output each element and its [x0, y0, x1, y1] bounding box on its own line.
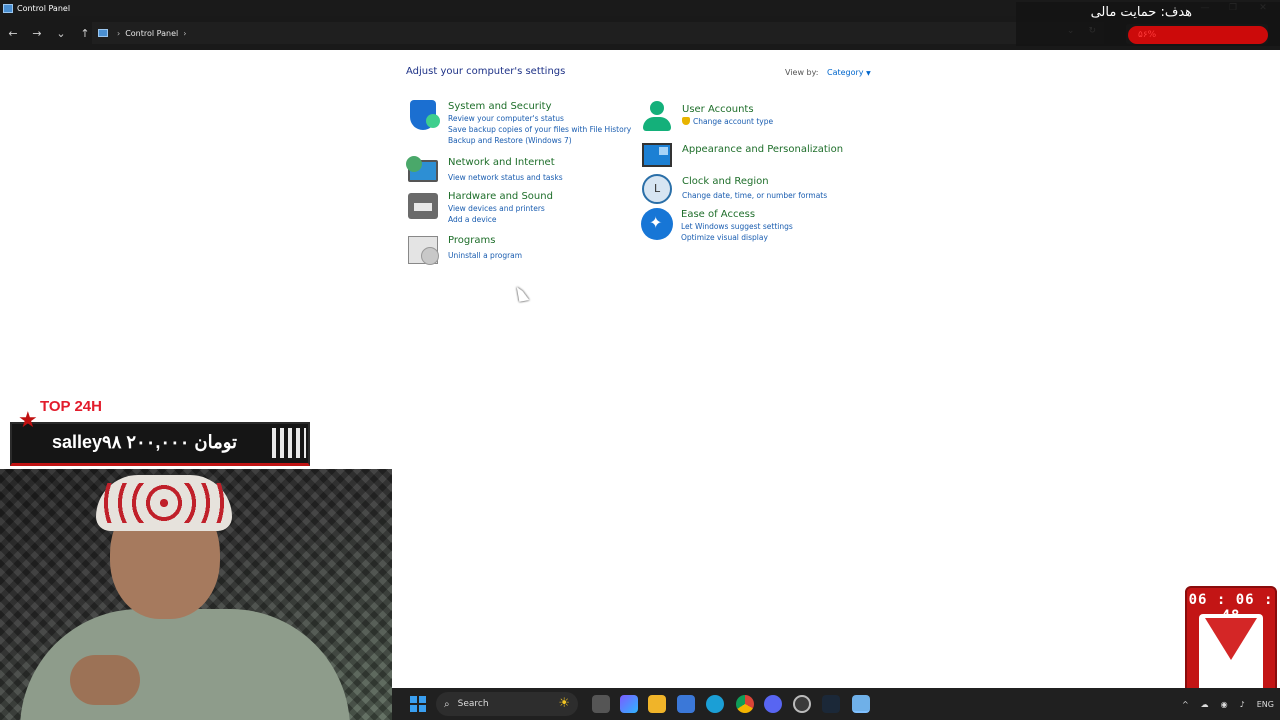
address-bar[interactable]: › Control Panel › ⌄ ↻: [92, 22, 1104, 44]
category-appearance: Appearance and Personalization: [642, 139, 843, 171]
network-icon[interactable]: [406, 156, 440, 188]
person-hand: [70, 655, 140, 705]
search-icon: ⌕: [444, 698, 450, 710]
page-heading: Adjust your computer's settings: [406, 66, 566, 77]
category-title[interactable]: Ease of Access: [681, 208, 793, 221]
copilot-icon[interactable]: [620, 695, 638, 713]
task-view-icon[interactable]: [592, 695, 610, 713]
task-link-label[interactable]: Change account type: [693, 117, 773, 126]
category-user-accounts: User Accounts Change account type: [642, 101, 773, 133]
donation-text: salley۹۸ ۲۰۰,۰۰۰ تومان: [52, 432, 238, 452]
system-tray: ^ ☁ ◉ ♪ ENG: [1182, 688, 1274, 720]
control-panel-icon: [3, 3, 13, 13]
task-link[interactable]: Add a device: [448, 214, 553, 225]
breadcrumb-separator[interactable]: ›: [117, 29, 120, 38]
task-link[interactable]: Change date, time, or number formats: [682, 190, 827, 201]
programs-icon[interactable]: [408, 234, 440, 266]
taskbar-search[interactable]: ⌕ Search ☀: [436, 692, 578, 716]
category-system-security: System and Security Review your computer…: [408, 100, 631, 146]
category-title[interactable]: Hardware and Sound: [448, 190, 553, 203]
user-icon[interactable]: [642, 101, 674, 133]
goal-progress-bar: ۵۶%: [1128, 26, 1268, 44]
task-link[interactable]: Save backup copies of your files with Fi…: [448, 124, 631, 135]
clock-icon[interactable]: [642, 174, 674, 206]
category-clock-region: Clock and Region Change date, time, or n…: [642, 174, 827, 206]
task-link[interactable]: Optimize visual display: [681, 232, 793, 243]
start-button[interactable]: [410, 696, 426, 712]
microphone-icon[interactable]: ♪: [1240, 700, 1245, 709]
view-by-label: View by:: [785, 68, 819, 77]
uac-shield-icon: [682, 117, 690, 125]
onedrive-icon[interactable]: ☁: [1201, 700, 1209, 709]
steam-icon[interactable]: [822, 695, 840, 713]
task-link[interactable]: Uninstall a program: [448, 250, 522, 261]
qr-code-icon: [272, 428, 306, 458]
task-link[interactable]: View network status and tasks: [448, 172, 563, 183]
accessibility-icon[interactable]: [641, 208, 673, 240]
view-by: View by: Category ▼: [785, 68, 871, 77]
chevron-down-icon[interactable]: ▼: [866, 70, 871, 77]
control-panel-icon: [98, 29, 108, 37]
discord-icon[interactable]: [764, 695, 782, 713]
category-title[interactable]: User Accounts: [682, 103, 773, 116]
donation-goal-overlay: هدف: حمایت مالی ۵۶%: [1016, 2, 1280, 46]
view-by-dropdown[interactable]: Category: [827, 68, 864, 77]
category-title[interactable]: Programs: [448, 234, 522, 247]
edge-icon[interactable]: [706, 695, 724, 713]
store-icon[interactable]: [677, 695, 695, 713]
breadcrumb-control-panel[interactable]: Control Panel: [125, 29, 178, 38]
category-network-internet: Network and Internet View network status…: [406, 156, 563, 188]
category-ease-of-access: Ease of Access Let Windows suggest setti…: [641, 208, 793, 243]
webcam-feed: [0, 469, 392, 720]
category-title[interactable]: Appearance and Personalization: [682, 143, 843, 156]
shield-icon[interactable]: [408, 100, 440, 132]
task-link[interactable]: View devices and printers: [448, 203, 553, 214]
task-link[interactable]: Backup and Restore (Windows 7): [448, 135, 631, 146]
window-title: Control Panel: [17, 3, 71, 13]
category-title[interactable]: System and Security: [448, 100, 631, 113]
bandana: [96, 475, 232, 531]
weather-icon: ☀: [558, 696, 570, 711]
control-panel-taskbar-icon[interactable]: [852, 695, 870, 713]
category-programs: Programs Uninstall a program: [408, 234, 522, 266]
goal-percent: ۵۶%: [1138, 30, 1157, 40]
file-explorer-icon[interactable]: [648, 695, 666, 713]
search-label: Search: [457, 699, 489, 709]
obs-icon[interactable]: [793, 695, 811, 713]
monitor-icon[interactable]: [642, 139, 674, 171]
printer-icon[interactable]: [408, 190, 440, 222]
star-icon: ★: [18, 408, 38, 433]
top-donation-banner: salley۹۸ ۲۰۰,۰۰۰ تومان: [10, 422, 310, 466]
language-indicator[interactable]: ENG: [1257, 700, 1274, 709]
task-link[interactable]: Change account type: [682, 116, 773, 127]
forward-button[interactable]: →: [26, 22, 48, 44]
task-link[interactable]: Let Windows suggest settings: [681, 221, 793, 232]
tray-overflow-icon[interactable]: ^: [1182, 700, 1189, 709]
category-title[interactable]: Network and Internet: [448, 156, 563, 169]
recent-locations-button[interactable]: ⌄: [50, 22, 72, 44]
top-24h-label: TOP 24H: [40, 398, 102, 415]
chrome-icon[interactable]: [736, 695, 754, 713]
category-hardware-sound: Hardware and Sound View devices and prin…: [408, 190, 553, 225]
mouse-cursor: [516, 285, 530, 302]
taskbar: ⌕ Search ☀ ^ ☁ ◉ ♪ ENG: [392, 688, 1280, 720]
back-button[interactable]: ←: [2, 22, 24, 44]
network-tray-icon[interactable]: ◉: [1221, 700, 1228, 709]
category-title[interactable]: Clock and Region: [682, 175, 827, 188]
task-link[interactable]: Review your computer's status: [448, 113, 631, 124]
goal-title: هدف: حمایت مالی: [1090, 5, 1192, 20]
breadcrumb-separator[interactable]: ›: [183, 29, 186, 38]
